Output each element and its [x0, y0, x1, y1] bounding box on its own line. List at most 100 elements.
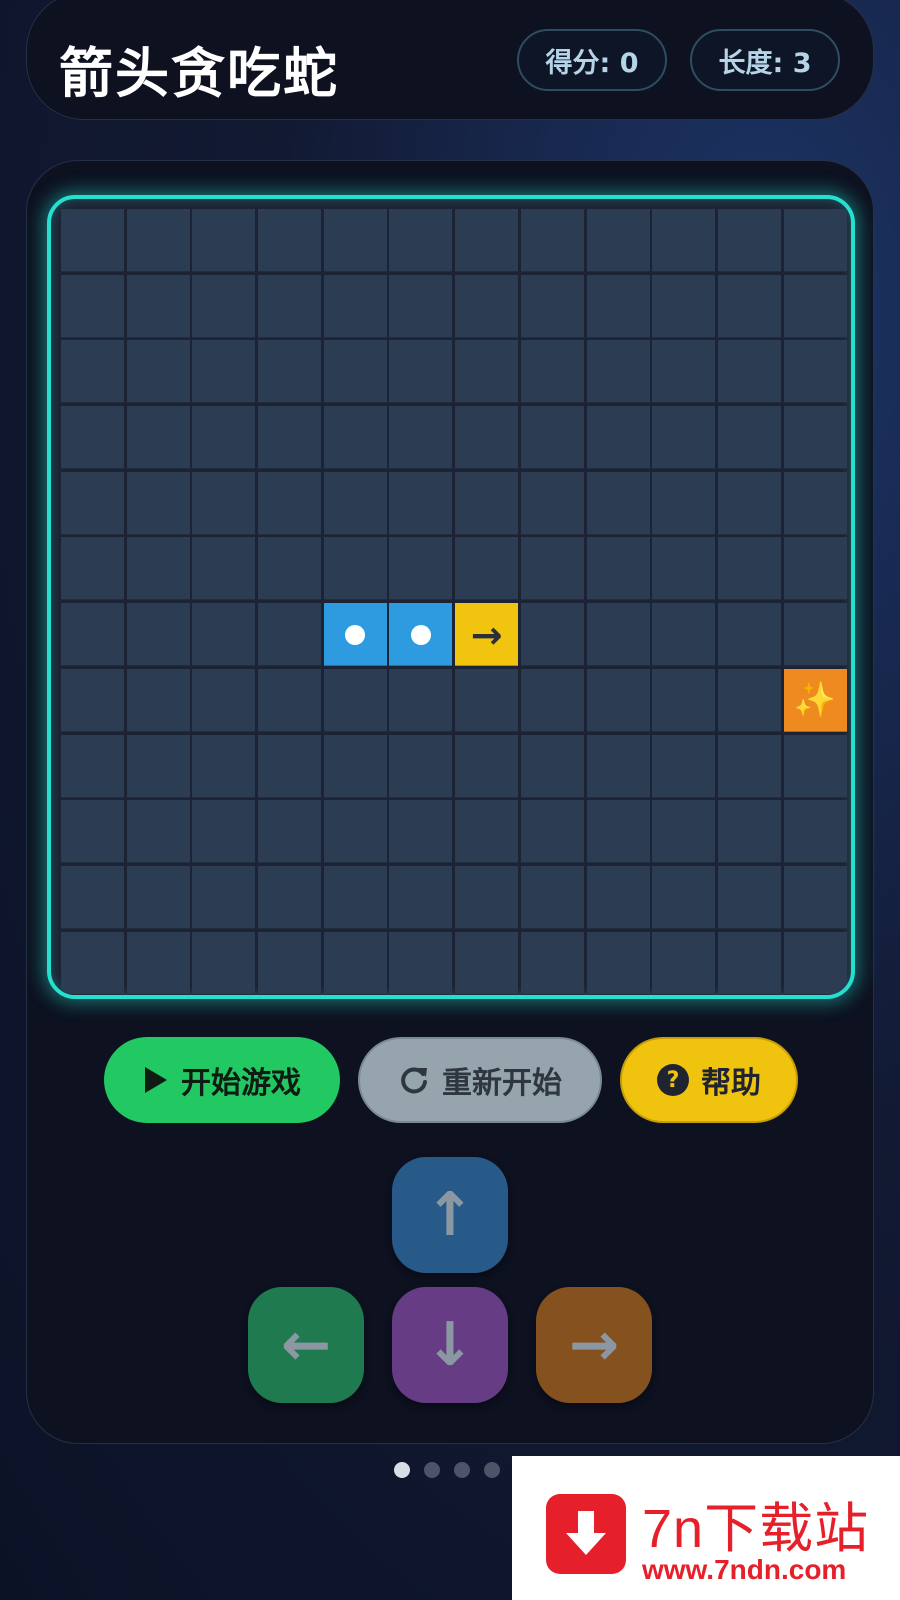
page-dot[interactable] — [454, 1462, 470, 1478]
board-cell — [192, 209, 256, 272]
dpad-right-button[interactable]: → — [536, 1287, 652, 1403]
board-cell — [126, 931, 190, 995]
dpad-up-button[interactable]: ↑ — [392, 1157, 508, 1273]
page-indicator — [394, 1462, 500, 1478]
play-icon — [143, 1065, 169, 1095]
board-cell — [192, 734, 256, 798]
board-cell — [586, 668, 650, 732]
board-cell — [586, 865, 650, 929]
board-cell — [126, 340, 190, 404]
board-cell — [717, 800, 781, 864]
board-cell — [520, 734, 584, 798]
watermark: 7n下载站 www.7ndn.com — [512, 1456, 900, 1600]
board-cell — [652, 406, 716, 470]
header-bar: 箭头贪吃蛇 得分: 0 长度: 3 — [26, 0, 874, 120]
board-cell — [586, 800, 650, 864]
snake-head: → — [455, 603, 519, 667]
board-cell — [192, 537, 256, 601]
board-cell — [61, 734, 124, 798]
board-cell — [717, 340, 781, 404]
board-cell — [586, 537, 650, 601]
board-cell — [520, 406, 584, 470]
board-cell — [323, 340, 387, 404]
board-cell — [520, 274, 584, 338]
board-cell — [61, 340, 124, 404]
board-cell — [455, 471, 519, 535]
watermark-name: 7n下载站 — [642, 1499, 870, 1559]
board-cell — [61, 471, 124, 535]
board-cell — [61, 537, 124, 601]
board-cell — [389, 800, 453, 864]
board-cell — [192, 668, 256, 732]
board-cell — [520, 209, 584, 272]
board-cell — [455, 209, 519, 272]
board-cell — [586, 931, 650, 995]
board-cell — [783, 274, 847, 338]
board-cell — [520, 537, 584, 601]
board-cell — [126, 537, 190, 601]
board-cell — [258, 274, 322, 338]
arrow-up-icon: ↑ — [424, 1180, 476, 1250]
board-cell — [586, 471, 650, 535]
board-cell — [61, 209, 124, 272]
dpad-down-button[interactable]: ↓ — [392, 1287, 508, 1403]
board-cell — [652, 209, 716, 272]
board-cell — [455, 800, 519, 864]
board-cell — [126, 406, 190, 470]
board-cell — [323, 406, 387, 470]
board-cell — [455, 668, 519, 732]
board-cell — [717, 274, 781, 338]
length-badge: 长度: 3 — [690, 29, 840, 91]
board-cell — [520, 471, 584, 535]
refresh-icon — [398, 1064, 430, 1096]
page-dot[interactable] — [484, 1462, 500, 1478]
board-cell — [455, 406, 519, 470]
board-cell — [258, 603, 322, 667]
board-cell — [61, 274, 124, 338]
board-cell — [520, 931, 584, 995]
board-cell — [323, 537, 387, 601]
sparkle-icon: ✨ — [793, 680, 837, 721]
board-cell — [455, 734, 519, 798]
restart-button[interactable]: 重新开始 — [358, 1037, 602, 1123]
arrow-right-icon: → — [470, 612, 503, 657]
board-cell — [652, 274, 716, 338]
board-cell — [783, 865, 847, 929]
board-cell — [323, 734, 387, 798]
board-cell — [783, 734, 847, 798]
board-cell — [717, 537, 781, 601]
segment-dot — [410, 624, 431, 645]
board-cell — [717, 406, 781, 470]
start-game-button[interactable]: 开始游戏 — [104, 1037, 340, 1123]
board-cell — [323, 274, 387, 338]
board-cell — [455, 537, 519, 601]
board-cell — [783, 603, 847, 667]
board-cell — [192, 865, 256, 929]
help-button[interactable]: ? 帮助 — [620, 1037, 798, 1123]
arrow-left-icon: ← — [280, 1310, 332, 1380]
board-cell — [520, 603, 584, 667]
page-dot[interactable] — [424, 1462, 440, 1478]
board-cell — [783, 340, 847, 404]
board-cell — [126, 471, 190, 535]
board-cell — [323, 800, 387, 864]
board-cell — [61, 406, 124, 470]
board-cell — [389, 931, 453, 995]
board-cell — [455, 274, 519, 338]
board-cell — [126, 603, 190, 667]
board-cell — [323, 931, 387, 995]
dpad-left-button[interactable]: ← — [248, 1287, 364, 1403]
board-cell — [192, 931, 256, 995]
board-cell — [192, 340, 256, 404]
board-cell — [258, 209, 322, 272]
board-cell — [192, 471, 256, 535]
game-board[interactable]: → ✨ — [47, 195, 855, 999]
help-label: 帮助 — [701, 1066, 761, 1101]
board-cell — [192, 406, 256, 470]
board-cell — [586, 340, 650, 404]
board-cell — [258, 734, 322, 798]
board-cell — [258, 406, 322, 470]
page-dot[interactable] — [394, 1462, 410, 1478]
board-cell — [717, 865, 781, 929]
board-cell — [61, 931, 124, 995]
